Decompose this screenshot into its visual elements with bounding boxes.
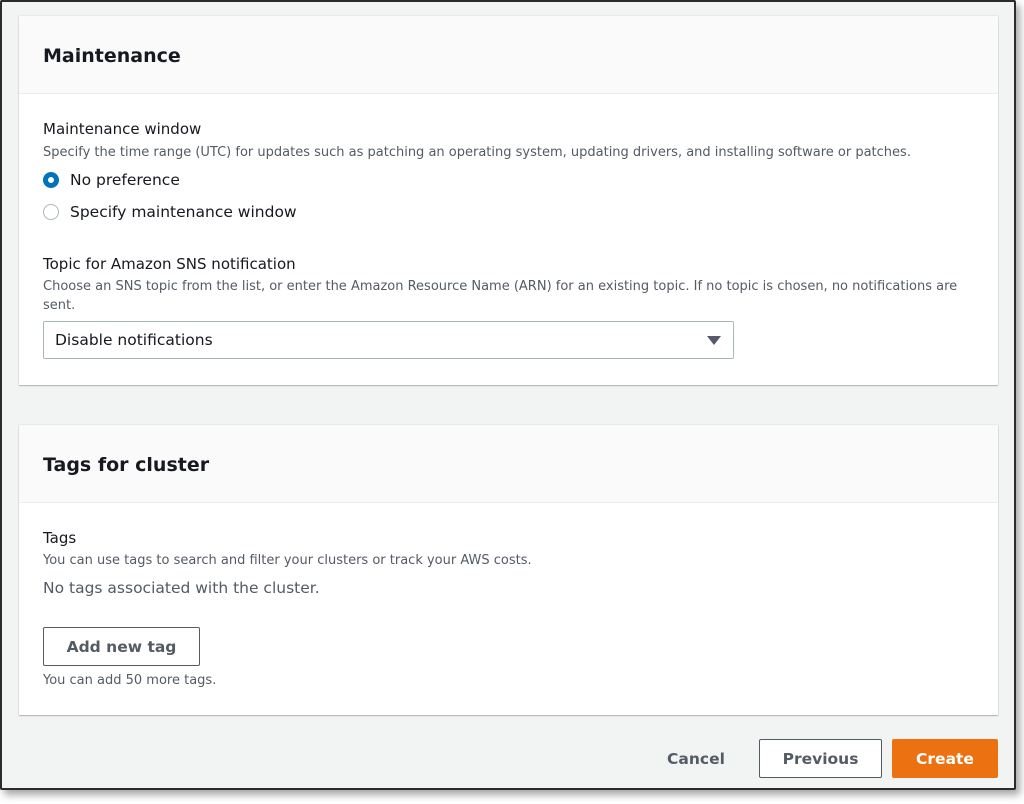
maintenance-header: Maintenance — [19, 16, 998, 94]
sns-topic-description: Choose an SNS topic from the list, or en… — [43, 279, 958, 294]
maintenance-title: Maintenance — [43, 45, 181, 67]
tags-limit-text: You can add 50 more tags. — [43, 673, 217, 688]
cancel-button[interactable]: Cancel — [652, 739, 740, 778]
sns-topic-label: Topic for Amazon SNS notification — [43, 255, 296, 273]
window-frame: Maintenance Maintenance window Specify t… — [0, 0, 1016, 790]
tags-panel: Tags for cluster Tags You can use tags t… — [19, 425, 998, 715]
tags-empty-state: No tags associated with the cluster. — [43, 579, 320, 597]
add-new-tag-button[interactable]: Add new tag — [43, 627, 200, 666]
maintenance-window-label: Maintenance window — [43, 120, 202, 138]
create-button[interactable]: Create — [892, 739, 998, 778]
caret-down-icon[interactable] — [707, 336, 721, 345]
radio-no-preference-label: No preference — [70, 171, 180, 189]
sns-topic-description-cont: sent. — [43, 298, 76, 313]
previous-button[interactable]: Previous — [759, 739, 882, 778]
tags-label: Tags — [43, 529, 77, 547]
sns-topic-selected-value: Disable notifications — [55, 331, 213, 349]
sns-topic-select[interactable]: Disable notifications — [43, 321, 734, 359]
maintenance-window-description: Specify the time range (UTC) for updates… — [43, 145, 911, 160]
radio-no-preference[interactable]: No preference — [43, 169, 180, 191]
tags-header: Tags for cluster — [19, 425, 998, 503]
radio-specify-window-label: Specify maintenance window — [70, 203, 297, 221]
radio-unchecked-icon[interactable] — [43, 204, 59, 220]
radio-specify-window[interactable]: Specify maintenance window — [43, 201, 297, 223]
tags-title: Tags for cluster — [43, 454, 210, 476]
radio-checked-icon[interactable] — [43, 172, 59, 188]
tags-description: You can use tags to search and filter yo… — [43, 553, 532, 568]
maintenance-panel: Maintenance Maintenance window Specify t… — [19, 16, 998, 385]
